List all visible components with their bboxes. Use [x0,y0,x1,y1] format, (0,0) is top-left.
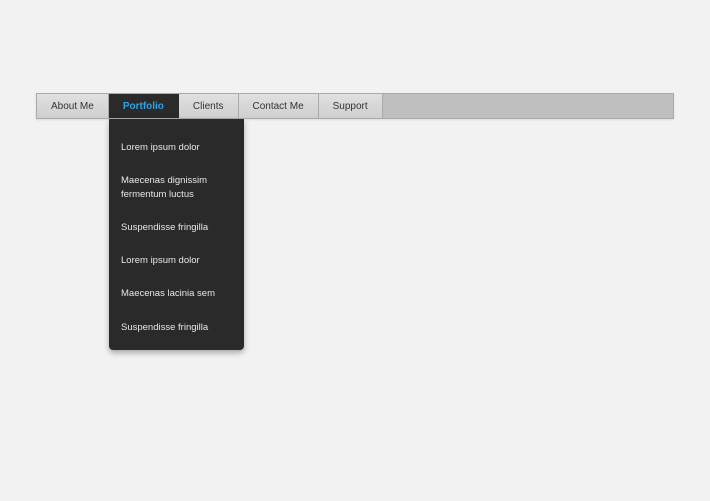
nav-item-clients[interactable]: Clients [179,94,239,118]
dropdown-item[interactable]: Lorem ipsum dolor [109,244,244,277]
nav-item-about-me[interactable]: About Me [37,94,109,118]
dropdown-item[interactable]: Maecenas dignissim fermentum luctus [109,164,244,211]
dropdown-menu: Lorem ipsum dolor Maecenas dignissim fer… [109,119,244,350]
dropdown-item[interactable]: Suspendisse fringilla [109,211,244,244]
dropdown-item[interactable]: Maecenas lacinia sem [109,277,244,310]
nav-item-contact-me[interactable]: Contact Me [239,94,319,118]
nav-item-portfolio[interactable]: Portfolio [109,94,179,118]
dropdown-item[interactable]: Lorem ipsum dolor [109,131,244,164]
dropdown-item[interactable]: Suspendisse fringilla [109,311,244,344]
nav-item-support[interactable]: Support [319,94,383,118]
navbar: About Me Portfolio Clients Contact Me Su… [36,93,674,119]
